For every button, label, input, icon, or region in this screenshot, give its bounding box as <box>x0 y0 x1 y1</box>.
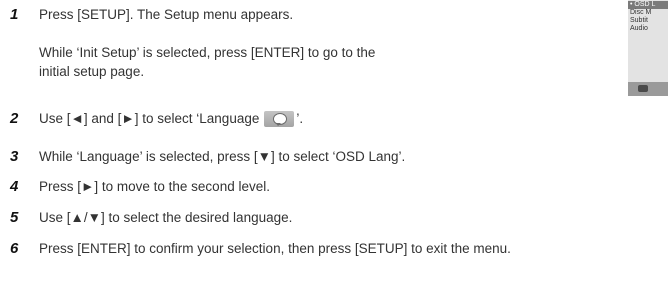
step-text-start: Use [◄] and [►] to select ‘Language <box>39 111 260 126</box>
step-number: 6 <box>10 240 19 257</box>
step-text-end: ’. <box>296 111 304 126</box>
left-right-arrows-icon <box>638 85 648 92</box>
step-text: Use [▲/▼] to select the desired language… <box>39 210 293 225</box>
step-text: Press [ENTER] to confirm your selection,… <box>39 241 511 256</box>
osd-menu-item-selected: • OSD L <box>628 1 668 9</box>
language-icon <box>264 111 295 127</box>
step-number: 2 <box>10 110 19 127</box>
step-number: 3 <box>10 148 19 165</box>
osd-menu-item: Disc M <box>630 9 652 16</box>
step-text: While ‘Language’ is selected, press [▼] … <box>39 149 406 164</box>
step-text: Press [►] to move to the second level. <box>39 179 270 194</box>
osd-menu-preview: • OSD L Disc M Subtit Audio <box>628 0 668 96</box>
step-text: Use [◄] and [►] to select ‘Language ’. <box>39 110 303 128</box>
step-number: 5 <box>10 209 19 226</box>
step-number: 4 <box>10 178 19 195</box>
osd-menu-footer <box>628 82 668 96</box>
step-number: 1 <box>10 6 19 23</box>
step-1-note: While ‘Init Setup’ is selected, press [E… <box>39 45 376 79</box>
osd-menu-item: Subtit <box>630 17 648 24</box>
osd-menu-item: Audio <box>630 25 648 32</box>
step-text: Press [SETUP]. The Setup menu appears. <box>39 7 294 22</box>
